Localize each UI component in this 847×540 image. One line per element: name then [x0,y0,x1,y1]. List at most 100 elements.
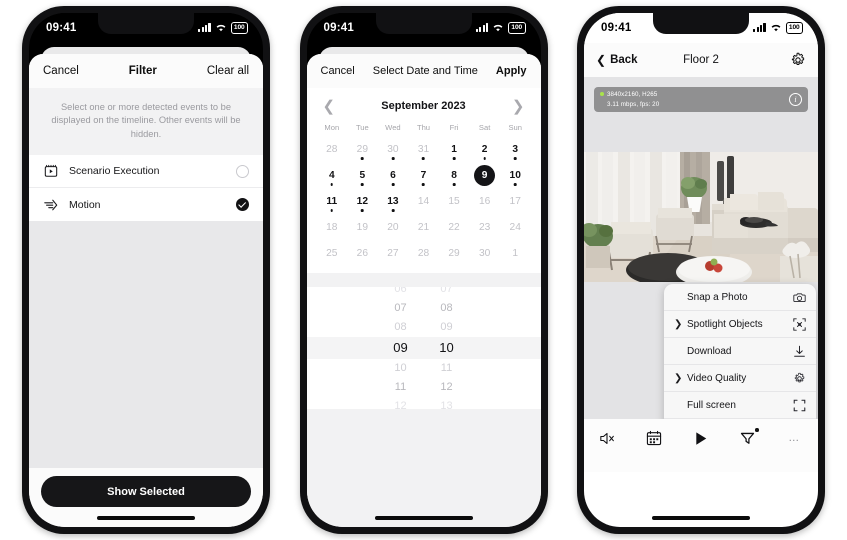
calendar-day[interactable]: 29 [347,137,378,162]
time-picker[interactable]: 06 07 08 09 10 11 12 07 08 09 10 11 12 13 [306,287,541,409]
back-button[interactable]: ❮ Back [596,53,638,67]
clear-all-button[interactable]: Clear all [207,65,249,77]
info-circle-icon[interactable]: i [789,93,802,106]
calendar-day-label: 23 [478,222,491,233]
minute-option[interactable]: 11 [424,359,470,378]
calendar-icon[interactable] [642,428,666,448]
page-title: Select Date and Time [372,65,478,77]
hour-option[interactable]: 06 [378,287,424,299]
list-item-label: Motion [69,198,101,211]
calendar-day[interactable]: 20 [378,215,409,240]
calendar-day-label: 29 [448,248,460,259]
page-title: Floor 2 [683,54,719,66]
calendar-week-row: 28 29 30 31 1 2 3 [317,137,531,162]
calendar-day[interactable]: 26 [347,241,378,266]
calendar-day[interactable]: 11 [317,189,348,214]
menu-item-label: Snap a Photo [687,291,748,303]
calendar-day[interactable]: 1 [439,137,470,162]
minute-picker-column[interactable]: 07 08 09 10 11 12 13 [424,287,470,409]
calendar-day[interactable]: 28 [317,137,348,162]
hour-option[interactable]: 12 [378,397,424,409]
video-frame[interactable] [584,152,818,282]
calendar-day[interactable]: 23 [469,215,500,240]
calendar-day[interactable]: 2 [469,137,500,162]
minute-option[interactable]: 09 [424,318,470,337]
minute-option[interactable]: 13 [424,397,470,409]
calendar-day[interactable]: 4 [317,163,348,188]
filter-icon[interactable] [736,428,760,448]
status-time: 09:41 [323,22,354,34]
hour-option[interactable]: 08 [378,318,424,337]
filter-description: Select one or more detected events to be… [29,88,263,156]
hour-option[interactable]: 11 [378,378,424,397]
apply-button[interactable]: Apply [496,65,527,77]
calendar-day[interactable]: 8 [439,163,470,188]
list-item[interactable]: Scenario Execution [29,155,263,189]
motion-arrow-icon [43,197,59,213]
calendar-day[interactable]: 5 [347,163,378,188]
calendar-day[interactable]: 22 [439,215,470,240]
calendar-day[interactable]: 6 [378,163,409,188]
calendar-day-label: 7 [420,170,427,181]
menu-item-download[interactable]: ❯ Download [664,338,816,365]
calendar-day[interactable]: 21 [408,215,439,240]
calendar-day-label: 24 [509,222,521,233]
option-radio-selected[interactable] [236,198,249,212]
calendar-weekday-header: Mon Tue Wed Thu Fri Sat Sun [317,120,531,137]
hour-selected[interactable]: 09 [378,337,424,359]
calendar-day[interactable]: 15 [439,189,470,214]
calendar-day[interactable]: 31 [408,137,439,162]
calendar-day[interactable]: 14 [408,189,439,214]
cancel-button[interactable]: Cancel [321,65,355,77]
cancel-button[interactable]: Cancel [43,65,79,77]
calendar-day[interactable]: 13 [378,189,409,214]
calendar-day[interactable]: 29 [439,241,470,266]
calendar-day-label: 12 [356,196,369,207]
menu-item-video-quality[interactable]: ❯ Video Quality [664,365,816,392]
calendar-day[interactable]: 25 [317,241,348,266]
minute-selected[interactable]: 10 [424,337,470,359]
calendar-day[interactable]: 10 [500,163,531,188]
menu-item-snap-a-photo[interactable]: ❯ Snap a Photo [664,284,816,311]
hour-picker-column[interactable]: 06 07 08 09 10 11 12 [378,287,424,409]
calendar-month-label: September 2023 [381,100,466,112]
calendar-day-label: 22 [448,222,460,233]
mute-icon[interactable] [595,428,619,448]
sheet-empty-area [306,409,541,527]
calendar-day[interactable]: 3 [500,137,531,162]
menu-item-spotlight-objects[interactable]: ❯ Spotlight Objects [664,311,816,338]
menu-item-full-screen[interactable]: ❯ Full screen [664,392,816,419]
minute-option[interactable]: 12 [424,378,470,397]
minute-option[interactable]: 08 [424,299,470,318]
list-item[interactable]: Motion [29,188,263,221]
chevron-left-icon[interactable]: ❮ [323,99,336,114]
live-view-area[interactable]: 3840x2160, H265 3.11 mbps, fps: 20 i Sna… [584,77,818,472]
calendar-day[interactable]: 19 [347,215,378,240]
status-dot-icon [600,92,604,97]
calendar-day-selected[interactable]: 9 [469,163,500,188]
gear-icon[interactable] [790,52,806,68]
more-dots-icon[interactable]: … [783,428,807,448]
calendar-day[interactable]: 18 [317,215,348,240]
calendar-day[interactable]: 24 [500,215,531,240]
calendar-day[interactable]: 28 [408,241,439,266]
calendar-day[interactable]: 7 [408,163,439,188]
calendar-day[interactable]: 17 [500,189,531,214]
show-selected-button[interactable]: Show Selected [41,476,251,507]
wifi-icon [771,25,780,32]
play-icon[interactable] [689,428,713,448]
hour-option[interactable]: 07 [378,299,424,318]
minute-option[interactable]: 07 [424,287,470,299]
calendar-day[interactable]: 30 [469,241,500,266]
calendar-day[interactable]: 16 [469,189,500,214]
calendar-day[interactable]: 12 [347,189,378,214]
calendar-day-label: 28 [417,248,430,259]
calendar-day[interactable]: 30 [378,137,409,162]
option-radio-unselected[interactable] [236,164,249,178]
phone-datetime: 09:41 100 Cancel Select Date and Time Ap… [299,6,548,534]
calendar-day[interactable]: 27 [378,241,409,266]
calendar-grid: 28 29 30 31 1 2 3 4 5 6 7 8 9 10 11 12 13 14 15 16 17 18 19 20 2… [317,137,531,266]
chevron-right-icon[interactable]: ❯ [512,99,525,114]
calendar-day[interactable]: 1 [500,241,531,266]
hour-option[interactable]: 10 [378,359,424,378]
